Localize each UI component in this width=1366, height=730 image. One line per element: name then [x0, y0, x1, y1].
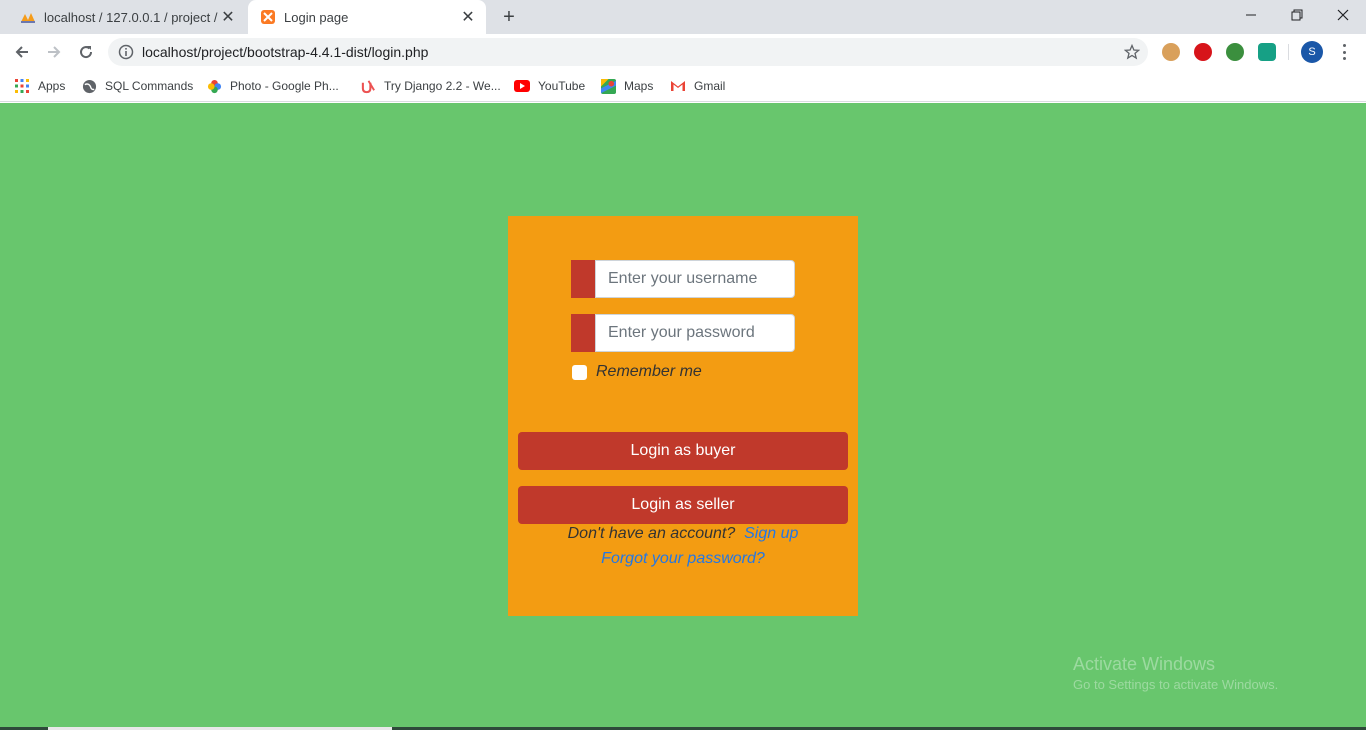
windows-activation-watermark: Activate Windows Go to Settings to activ… [1073, 653, 1278, 695]
bookmark-apps[interactable]: Apps [14, 76, 65, 96]
browser-menu-icon[interactable] [1336, 42, 1352, 62]
bookmark-label: Try Django 2.2 - We... [384, 79, 501, 93]
password-addon [571, 314, 595, 352]
new-tab-button[interactable]: + [498, 6, 520, 28]
gmail-icon [670, 78, 686, 94]
udemy-icon [360, 78, 376, 94]
signup-link[interactable]: Sign up [744, 525, 798, 542]
bookmark-label: Gmail [694, 79, 726, 93]
username-input[interactable] [595, 260, 795, 298]
bookmark-star-icon[interactable] [1124, 44, 1140, 60]
bookmark-label: Photo - Google Ph... [230, 79, 339, 93]
forward-arrow-icon[interactable] [40, 38, 68, 66]
info-icon[interactable] [118, 44, 134, 60]
bookmark-try-django[interactable]: Try Django 2.2 - We... [360, 76, 501, 96]
watermark-title: Activate Windows [1073, 654, 1216, 674]
tab-title: localhost / 127.0.0.1 / project / pr [44, 9, 218, 25]
bookmark-label: SQL Commands [105, 79, 194, 93]
bookmark-maps[interactable]: Maps [600, 76, 653, 96]
tab-title: Login page [284, 9, 349, 25]
bookmark-label: Apps [38, 79, 66, 93]
globe-extension-icon[interactable] [1226, 43, 1244, 61]
phpmyadmin-icon [21, 13, 35, 23]
close-icon[interactable]: ✕ [218, 7, 238, 27]
shield-extension-icon[interactable] [1258, 43, 1276, 61]
remember-me-label[interactable]: Remember me [596, 363, 702, 381]
username-addon [571, 260, 595, 298]
restore-icon[interactable] [1274, 0, 1320, 30]
adblock-extension-icon[interactable] [1194, 43, 1212, 61]
remember-me-checkbox[interactable] [572, 364, 587, 380]
youtube-icon [514, 78, 530, 94]
login-buyer-button[interactable]: Login as buyer [518, 432, 848, 470]
cookie-extension-icon[interactable] [1162, 43, 1180, 61]
globe-icon [81, 78, 97, 94]
signup-prompt: Don't have an account? Sign up [508, 525, 858, 543]
bookmark-sql-commands[interactable]: SQL Commands [81, 76, 193, 96]
login-seller-button[interactable]: Login as seller [518, 486, 848, 524]
no-account-text: Don't have an account? [567, 525, 736, 542]
toolbar-divider [1288, 44, 1289, 60]
bookmarks-bar: Apps SQL Commands Photo - Google Ph... T… [0, 70, 1366, 102]
xampp-icon [261, 10, 275, 24]
bookmark-youtube[interactable]: YouTube [514, 76, 585, 96]
minimize-icon[interactable] [1228, 0, 1274, 30]
window-close-icon[interactable] [1320, 0, 1366, 30]
bookmark-gmail[interactable]: Gmail [670, 76, 725, 96]
password-input[interactable] [595, 314, 795, 352]
reload-icon[interactable] [72, 38, 100, 66]
tab-phpmyadmin[interactable]: localhost / 127.0.0.1 / project / pr ✕ [8, 0, 246, 34]
password-field-group [571, 314, 795, 352]
login-card: Remember me Login as buyer Login as sell… [508, 216, 858, 616]
url-text: localhost/project/bootstrap-4.4.1-dist/l… [142, 44, 429, 60]
bookmark-google-photos[interactable]: Photo - Google Ph... [206, 76, 339, 96]
tab-login-page[interactable]: Login page ✕ [248, 0, 486, 34]
bookmark-label: YouTube [538, 79, 586, 93]
remember-me-row: Remember me [572, 363, 702, 381]
maps-icon [600, 78, 616, 94]
bookmark-label: Maps [624, 79, 654, 93]
back-arrow-icon[interactable] [8, 38, 36, 66]
apps-grid-icon [14, 78, 30, 94]
close-icon[interactable]: ✕ [458, 7, 478, 27]
forgot-password-row: Forgot your password? [508, 550, 858, 568]
browser-toolbar: localhost/project/bootstrap-4.4.1-dist/l… [0, 34, 1366, 70]
profile-avatar[interactable]: S [1301, 41, 1323, 63]
google-photos-icon [206, 78, 222, 94]
watermark-subtitle: Go to Settings to activate Windows. [1073, 677, 1279, 692]
address-bar[interactable]: localhost/project/bootstrap-4.4.1-dist/l… [108, 38, 1148, 66]
forgot-password-link[interactable]: Forgot your password? [601, 550, 765, 567]
browser-tab-strip: localhost / 127.0.0.1 / project / pr ✕ L… [0, 0, 1366, 34]
page-background: Remember me Login as buyer Login as sell… [0, 103, 1366, 730]
username-field-group [571, 260, 795, 298]
